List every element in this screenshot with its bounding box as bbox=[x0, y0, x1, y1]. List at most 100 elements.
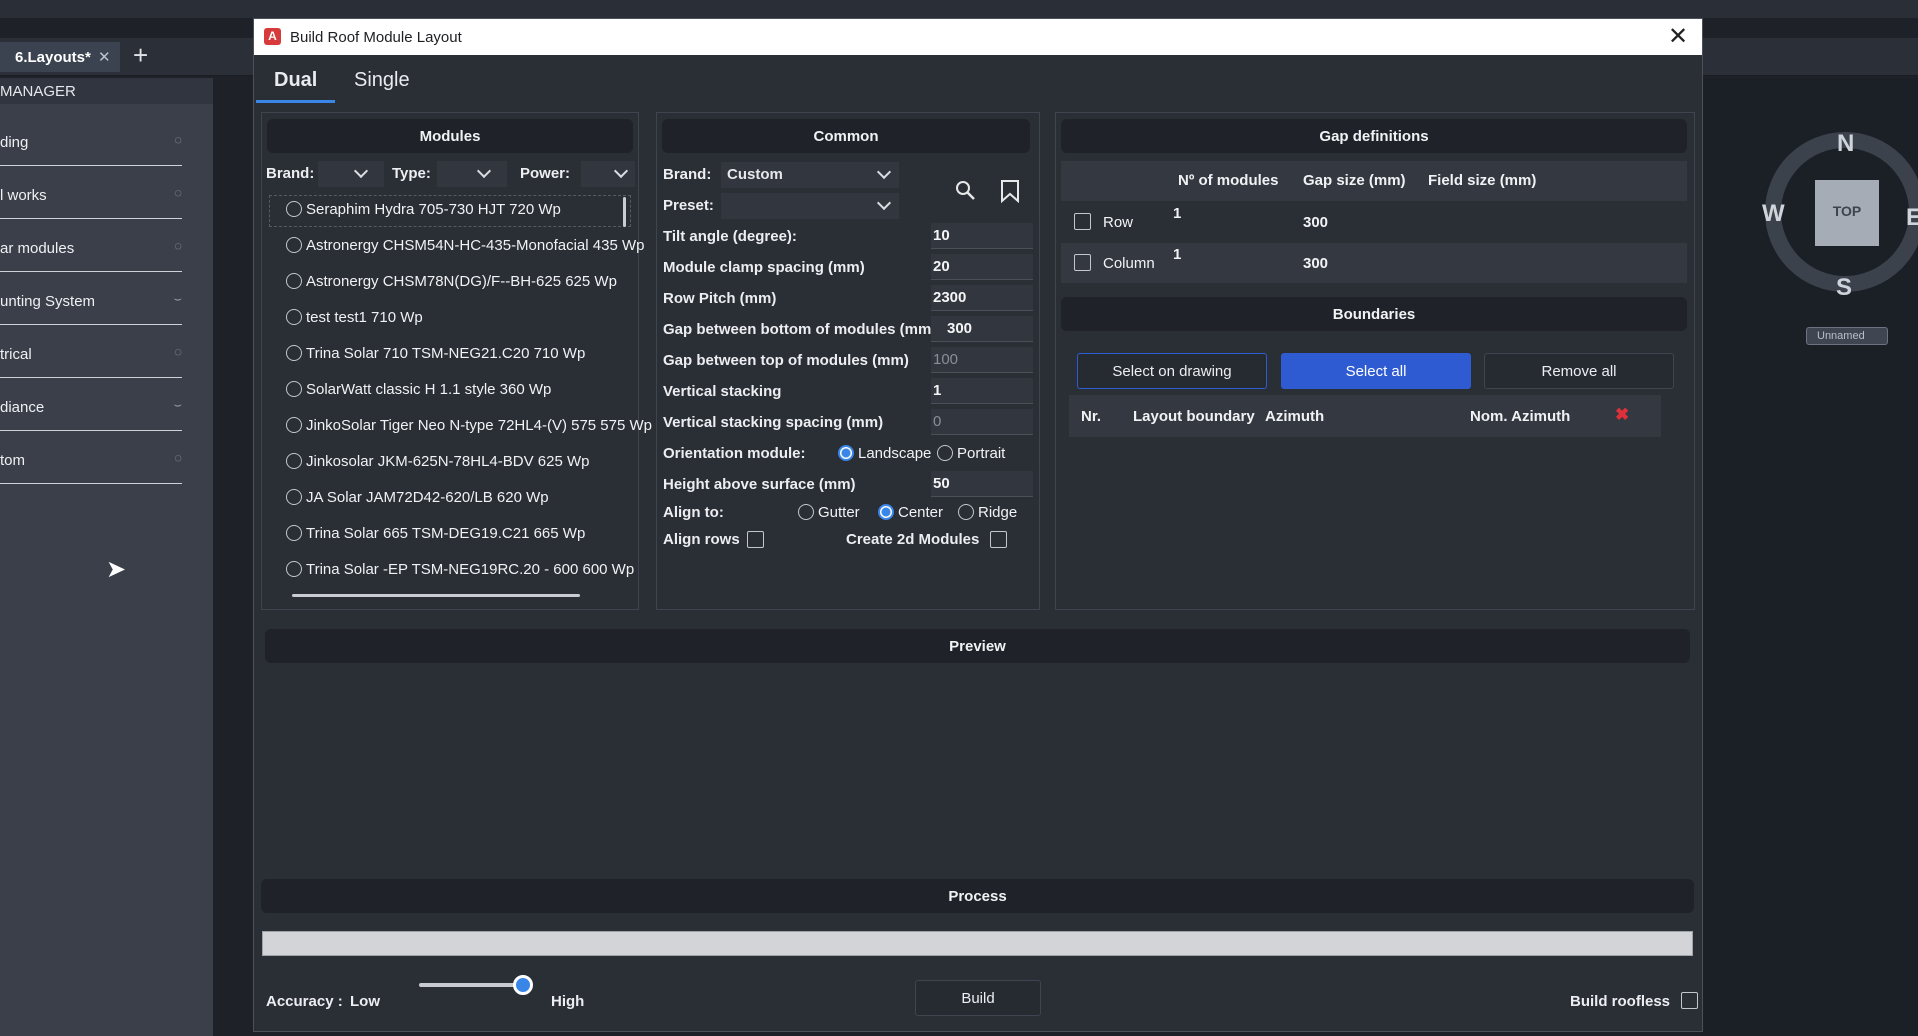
module-radio[interactable] bbox=[286, 273, 302, 289]
hidden-icon[interactable]: ⌣ bbox=[173, 397, 182, 413]
module-radio[interactable] bbox=[286, 417, 302, 433]
module-radio[interactable] bbox=[286, 309, 302, 325]
app-logo-icon: A bbox=[264, 28, 281, 45]
vertical-stacking-input[interactable]: 1 bbox=[931, 378, 1033, 404]
vertical-scrollbar[interactable] bbox=[623, 197, 626, 227]
center-radio[interactable] bbox=[878, 504, 894, 520]
row-gap-checkbox[interactable] bbox=[1074, 213, 1091, 230]
build-button[interactable]: Build bbox=[915, 980, 1041, 1016]
manager-item[interactable]: unting System ⌣ bbox=[0, 277, 182, 325]
module-radio[interactable] bbox=[286, 561, 302, 577]
build-roofless-label: Build roofless bbox=[1570, 993, 1671, 1010]
visibility-icon[interactable]: ◌ bbox=[174, 185, 182, 200]
tab-single[interactable]: Single bbox=[336, 69, 428, 100]
visibility-icon[interactable]: ◌ bbox=[174, 238, 182, 253]
type-filter-select[interactable] bbox=[437, 161, 507, 187]
module-list-item[interactable]: JA Solar JAM72D42-620/LB 620 Wp bbox=[286, 489, 656, 506]
height-input[interactable]: 50 bbox=[931, 471, 1033, 497]
select-all-button[interactable]: Select all bbox=[1281, 353, 1471, 389]
horizontal-scrollbar[interactable] bbox=[292, 594, 580, 597]
module-radio[interactable] bbox=[286, 345, 302, 361]
compass-east: E bbox=[1906, 204, 1918, 231]
module-list-item[interactable]: JinkoSolar Tiger Neo N-type 72HL4-(V) 57… bbox=[286, 417, 656, 434]
module-list-item[interactable]: Trina Solar 710 TSM-NEG21.C20 710 Wp bbox=[286, 345, 656, 362]
module-radio[interactable] bbox=[286, 381, 302, 397]
module-radio[interactable] bbox=[286, 489, 302, 505]
row-gap-modules[interactable]: 1 bbox=[1173, 205, 1181, 222]
manager-item[interactable]: ding ◌ bbox=[0, 118, 182, 166]
manager-item[interactable]: ar modules ◌ bbox=[0, 224, 182, 272]
manager-panel-title: MANAGER bbox=[0, 78, 213, 104]
visibility-icon[interactable]: ◌ bbox=[174, 132, 182, 147]
document-tab[interactable]: 6.Layouts* ✕ bbox=[0, 42, 120, 72]
height-label: Height above surface (mm) bbox=[663, 476, 856, 493]
module-radio[interactable] bbox=[286, 237, 302, 253]
module-list-item[interactable]: Jinkosolar JKM-625N-78HL4-BDV 625 Wp bbox=[286, 453, 656, 470]
module-list-item[interactable]: Trina Solar 665 TSM-DEG19.C21 665 Wp bbox=[286, 525, 656, 542]
manager-item[interactable]: tom ◌ bbox=[0, 436, 182, 484]
chevron-down-icon bbox=[353, 163, 369, 179]
chevron-down-icon bbox=[876, 195, 892, 211]
column-gap-checkbox[interactable] bbox=[1074, 254, 1091, 271]
column-gap-modules[interactable]: 1 bbox=[1173, 246, 1181, 263]
clamp-spacing-input[interactable]: 20 bbox=[931, 254, 1033, 280]
select-on-drawing-button[interactable]: Select on drawing bbox=[1077, 353, 1267, 389]
manager-item[interactable]: diance ⌣ bbox=[0, 383, 182, 431]
module-radio[interactable] bbox=[286, 525, 302, 541]
module-list-item[interactable]: Seraphim Hydra 705-730 HJT 720 Wp bbox=[286, 201, 656, 218]
delete-icon[interactable]: ✖ bbox=[1615, 405, 1629, 425]
col-layout-boundary: Layout boundary bbox=[1133, 408, 1255, 425]
align-to-label: Align to: bbox=[663, 504, 724, 521]
module-radio[interactable] bbox=[286, 201, 302, 217]
new-tab-icon[interactable]: + bbox=[133, 40, 148, 71]
tilt-input[interactable]: 10 bbox=[931, 223, 1033, 249]
gap-definitions-header: Gap definitions bbox=[1061, 119, 1687, 153]
module-list-item[interactable]: Astronergy CHSM54N-HC-435-Monofacial 435… bbox=[286, 237, 656, 254]
power-label: Power: bbox=[520, 165, 571, 182]
row-pitch-input[interactable]: 2300 bbox=[931, 285, 1033, 311]
accuracy-slider-track[interactable] bbox=[419, 983, 523, 987]
vertical-stacking-spacing-input[interactable]: 0 bbox=[931, 409, 1033, 435]
preview-header[interactable]: Preview bbox=[265, 629, 1690, 663]
hidden-icon[interactable]: ⌣ bbox=[173, 291, 182, 307]
col-field-size: Field size (mm) bbox=[1428, 172, 1537, 189]
landscape-radio[interactable] bbox=[838, 445, 854, 461]
portrait-radio[interactable] bbox=[937, 445, 953, 461]
create-2d-checkbox[interactable] bbox=[990, 531, 1007, 548]
visibility-icon[interactable]: ◌ bbox=[174, 344, 182, 359]
close-icon[interactable]: ✕ bbox=[1668, 22, 1688, 51]
brand-filter-select[interactable] bbox=[318, 161, 384, 187]
accuracy-slider-thumb[interactable] bbox=[513, 975, 533, 995]
remove-all-button[interactable]: Remove all bbox=[1484, 353, 1674, 389]
progress-bar bbox=[262, 931, 1693, 956]
column-gap-size[interactable]: 300 bbox=[1303, 255, 1328, 272]
manager-item[interactable]: l works ◌ bbox=[0, 171, 182, 219]
chevron-down-icon bbox=[613, 163, 629, 179]
row-gap-size[interactable]: 300 bbox=[1303, 214, 1328, 231]
gap-top-input[interactable]: 100 bbox=[931, 347, 1033, 373]
module-radio[interactable] bbox=[286, 453, 302, 469]
modules-panel: Modules Brand: Type: Power: Seraphim Hyd… bbox=[261, 112, 652, 610]
bookmark-icon[interactable] bbox=[999, 179, 1021, 203]
close-tab-icon[interactable]: ✕ bbox=[98, 48, 111, 66]
common-brand-select[interactable]: Custom bbox=[721, 162, 899, 188]
module-list-item[interactable]: Trina Solar -EP TSM-NEG19RC.20 - 600 600… bbox=[286, 561, 656, 578]
gutter-radio[interactable] bbox=[798, 504, 814, 520]
preset-select[interactable] bbox=[721, 193, 899, 219]
power-filter-select[interactable] bbox=[581, 161, 635, 187]
viewcube-top[interactable]: TOP bbox=[1815, 180, 1879, 246]
align-rows-checkbox[interactable] bbox=[747, 531, 764, 548]
ridge-radio[interactable] bbox=[958, 504, 974, 520]
visibility-icon[interactable]: ◌ bbox=[174, 450, 182, 465]
module-list-item[interactable]: SolarWatt classic H 1.1 style 360 Wp bbox=[286, 381, 656, 398]
manager-item[interactable]: trical ◌ bbox=[0, 330, 182, 378]
search-icon[interactable] bbox=[954, 179, 978, 203]
mouse-cursor-icon: ➤ bbox=[106, 556, 127, 583]
tab-dual[interactable]: Dual bbox=[256, 69, 336, 103]
gap-bottom-label: Gap between bottom of modules (mm) bbox=[663, 321, 937, 338]
module-list-item[interactable]: test test1 710 Wp bbox=[286, 309, 656, 326]
build-roofless-checkbox[interactable] bbox=[1681, 992, 1698, 1009]
view-name-dropdown[interactable]: Unnamed bbox=[1806, 327, 1888, 345]
gap-bottom-input[interactable]: 300 bbox=[931, 316, 1033, 342]
module-list-item[interactable]: Astronergy CHSM78N(DG)/F--BH-625 625 Wp bbox=[286, 273, 656, 290]
